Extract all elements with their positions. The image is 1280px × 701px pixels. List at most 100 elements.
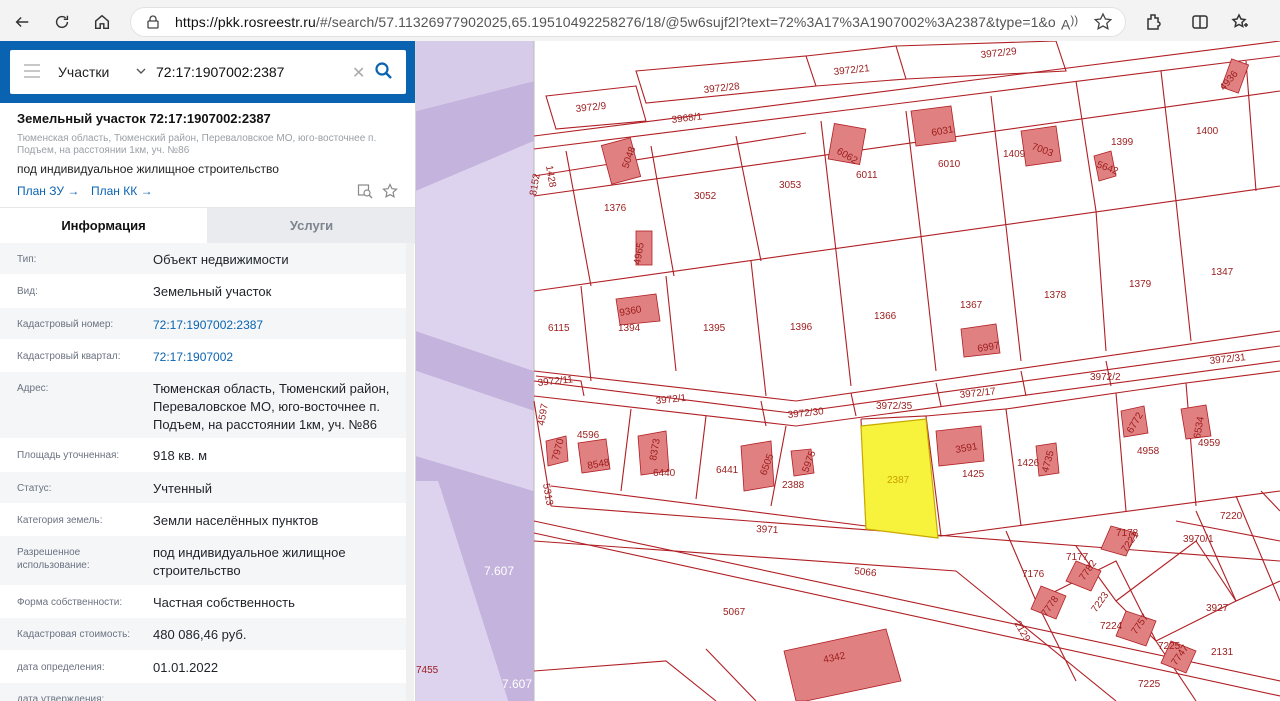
map-label: 4959 bbox=[1198, 438, 1221, 449]
row-land-category: Категория земель: Земли населённых пункто… bbox=[0, 504, 406, 536]
map-label: 7176 bbox=[1022, 569, 1045, 580]
search-icon[interactable] bbox=[374, 61, 394, 81]
map-label: 1379 bbox=[1129, 279, 1152, 290]
row-label: Категория земель: bbox=[17, 515, 103, 526]
cadastral-quarter-link[interactable]: 72:17:1907002 bbox=[153, 348, 403, 366]
browser-toolbar: https://pkk.rosreestr.ru/#/search/57.113… bbox=[0, 0, 1280, 44]
search-type-select[interactable]: Участки bbox=[58, 64, 109, 80]
split-screen-icon[interactable] bbox=[1190, 12, 1210, 32]
search-input[interactable] bbox=[156, 64, 346, 80]
row-label: Вид: bbox=[17, 286, 38, 297]
row-value: 01.01.2022 bbox=[153, 660, 219, 675]
map-label: 3052 bbox=[694, 191, 717, 202]
plan-zu-link[interactable]: План ЗУ → bbox=[17, 184, 79, 198]
map-canvas[interactable]: 3972/29 3972/21 3972/28 3972/9 3968/1 14… bbox=[416, 41, 1280, 701]
extensions-icon[interactable] bbox=[1144, 12, 1164, 32]
tab-services[interactable]: Услуги bbox=[207, 208, 415, 244]
map-label: 2388 bbox=[782, 480, 805, 491]
chevron-down-icon[interactable] bbox=[134, 64, 148, 78]
back-icon[interactable] bbox=[10, 10, 34, 34]
map-label: 2131 bbox=[1211, 647, 1234, 658]
map-label: 7455 bbox=[416, 665, 439, 676]
search-box: Участки ✕ bbox=[10, 50, 406, 94]
row-label: Адрес: bbox=[17, 383, 49, 394]
map-label: 1428 bbox=[543, 165, 558, 189]
cadastral-number-link[interactable]: 72:17:1907002:2387 bbox=[153, 316, 403, 334]
search-bar: Участки ✕ bbox=[0, 41, 415, 103]
map-label: 1395 bbox=[703, 323, 726, 334]
row-value: Земли населённых пунктов bbox=[153, 513, 319, 528]
row-label: дата определения: bbox=[17, 662, 105, 673]
map-label: 7223 bbox=[1089, 590, 1111, 615]
map-label: 3968/1 bbox=[671, 111, 703, 126]
row-status: Статус: Учтенный bbox=[0, 472, 406, 504]
row-kind: Вид: Земельный участок bbox=[0, 275, 406, 308]
map-label-zone: 7.607 bbox=[502, 677, 532, 691]
map-label: 7177 bbox=[1066, 552, 1089, 563]
row-value: под индивидуальное жилищное строительств… bbox=[153, 545, 346, 578]
row-label: Статус: bbox=[17, 483, 52, 494]
map-label: 3972/29 bbox=[980, 46, 1018, 61]
panel-scrollbar[interactable] bbox=[406, 243, 414, 701]
object-title: Земельный участок 72:17:1907002:2387 bbox=[17, 111, 271, 126]
address-bar[interactable]: https://pkk.rosreestr.ru/#/search/57.113… bbox=[130, 7, 1126, 37]
clear-icon[interactable]: ✕ bbox=[352, 63, 365, 83]
row-cadastral-number: Кадастровый номер: 72:17:1907002:2387 bbox=[0, 308, 406, 340]
row-valuation-date: дата определения: 01.01.2022 bbox=[0, 651, 406, 683]
row-address: Адрес: Тюменская область, Тюменский район… bbox=[0, 372, 406, 439]
map-label: 1394 bbox=[618, 323, 641, 334]
read-aloud-icon[interactable]: A)) bbox=[1061, 14, 1078, 33]
map-label-selected: 2387 bbox=[887, 475, 910, 486]
info-tabs: Информация Услуги bbox=[0, 207, 415, 244]
map-label: 1425 bbox=[962, 469, 985, 480]
favorites-bar-icon[interactable] bbox=[1230, 12, 1250, 32]
row-area: Площадь уточненная: 918 кв. м bbox=[0, 439, 406, 472]
map-label: 1399 bbox=[1111, 137, 1134, 148]
map-label: 3972/21 bbox=[833, 63, 871, 78]
object-use: под индивидуальное жилищное строительств… bbox=[17, 162, 279, 176]
row-value: Тюменская область, Тюменский район, Пере… bbox=[153, 381, 390, 432]
favorite-star-icon[interactable] bbox=[1093, 12, 1113, 32]
row-label: Кадастровая стоимость: bbox=[17, 629, 131, 640]
url-text[interactable]: https://pkk.rosreestr.ru/#/search/57.113… bbox=[175, 14, 1055, 30]
row-value: Учтенный bbox=[153, 481, 213, 496]
row-cadastral-quarter: Кадастровый квартал: 72:17:1907002 bbox=[0, 340, 406, 372]
map-label: 7224 bbox=[1100, 621, 1123, 632]
map-label: 3972/35 bbox=[876, 401, 913, 412]
map-label: 6010 bbox=[938, 159, 961, 170]
map-label: 2129 bbox=[1011, 619, 1032, 644]
row-value: Земельный участок bbox=[153, 284, 272, 299]
parcel-lines bbox=[533, 41, 1280, 701]
favorite-star-icon[interactable] bbox=[382, 183, 398, 199]
map-label: 1367 bbox=[960, 300, 983, 311]
map-label: 6115 bbox=[548, 323, 570, 334]
map-label: 4958 bbox=[1137, 446, 1160, 457]
row-label: Кадастровый номер: bbox=[17, 319, 114, 330]
cadastral-map[interactable]: 3972/29 3972/21 3972/28 3972/9 3968/1 14… bbox=[416, 41, 1280, 701]
map-label: 1396 bbox=[790, 322, 813, 333]
row-permitted-use: Разрешенное использование: под индивидуал… bbox=[0, 536, 406, 586]
map-label: 6011 bbox=[856, 170, 878, 181]
map-label: 3053 bbox=[779, 180, 802, 191]
tab-information[interactable]: Информация bbox=[0, 208, 207, 244]
menu-icon[interactable] bbox=[24, 64, 40, 78]
map-label: 4596 bbox=[577, 430, 600, 441]
map-label: 3972/1 bbox=[655, 393, 687, 407]
home-icon[interactable] bbox=[90, 10, 114, 34]
map-label: 5066 bbox=[854, 566, 878, 579]
map-label: 3972/17 bbox=[959, 386, 997, 401]
map-label: 5067 bbox=[723, 607, 746, 618]
map-label: 1376 bbox=[604, 203, 627, 214]
lock-icon[interactable] bbox=[145, 14, 161, 30]
row-label: Площадь уточненная: bbox=[17, 450, 120, 461]
map-label: 6440 bbox=[653, 468, 676, 479]
plan-kk-link[interactable]: План КК → bbox=[91, 184, 153, 198]
map-label: 4597 bbox=[536, 402, 551, 426]
map-label: 3972/9 bbox=[575, 101, 607, 115]
row-label: Кадастровый квартал: bbox=[17, 351, 121, 362]
map-label: 1347 bbox=[1211, 267, 1234, 278]
map-label: 3972/11 bbox=[537, 374, 574, 389]
refresh-icon[interactable] bbox=[50, 10, 74, 34]
zoom-to-object-icon[interactable] bbox=[357, 183, 373, 199]
map-label: 3972/2 bbox=[1090, 372, 1121, 383]
